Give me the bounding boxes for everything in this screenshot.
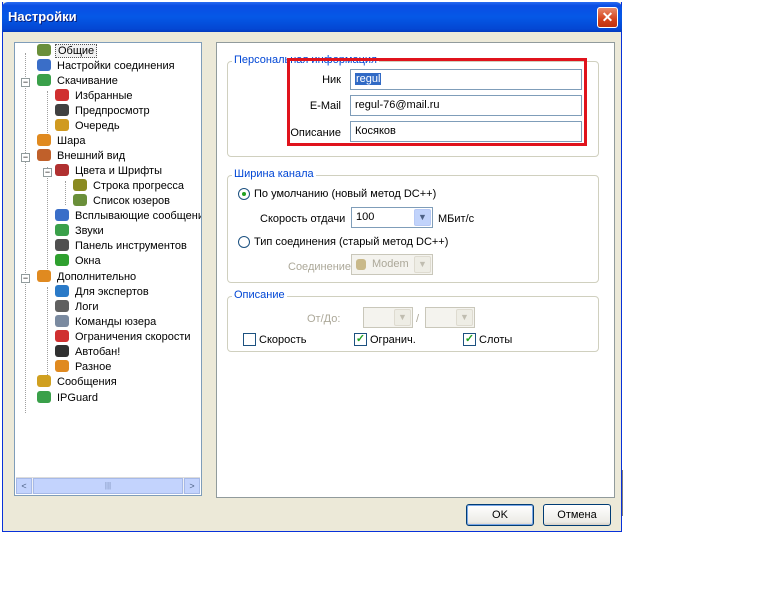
- chevron-down-icon[interactable]: ▼: [414, 256, 431, 273]
- preview-icon: [55, 104, 69, 116]
- upload-unit-label: МБит/с: [438, 213, 475, 225]
- scroll-right-button[interactable]: >: [184, 478, 200, 494]
- tree-item-windows[interactable]: Окна: [55, 254, 103, 269]
- cancel-button[interactable]: Отмена: [543, 504, 611, 526]
- tree-horizontal-scrollbar[interactable]: < ||| >: [16, 477, 200, 494]
- chevron-down-icon[interactable]: ▼: [394, 309, 411, 326]
- upload-speed-label: Скорость отдачи: [260, 213, 346, 225]
- collapse-toggle-colors[interactable]: −: [43, 168, 52, 177]
- title-bar: Настройки ✕: [2, 2, 622, 32]
- toolbar-icon: [55, 239, 69, 251]
- tree-item-preview[interactable]: Предпросмотр: [55, 104, 152, 119]
- progress-icon: [73, 179, 87, 191]
- slots-checkbox[interactable]: ✓: [463, 333, 476, 346]
- connection-label: Соединение: [288, 261, 352, 273]
- limit-checkbox-label: Огранич.: [370, 334, 416, 346]
- connection-combo[interactable]: Modem ▼: [351, 254, 433, 275]
- tree-item-user-list[interactable]: Список юзеров: [73, 194, 172, 209]
- log-icon: [55, 300, 69, 312]
- chevron-down-icon[interactable]: ▼: [456, 309, 473, 326]
- tree-item-queue[interactable]: Очередь: [55, 119, 122, 134]
- tree-line: [25, 53, 26, 413]
- fromto-slash: /: [416, 313, 420, 325]
- tree-item-progress-bar[interactable]: Строка прогресса: [73, 179, 186, 194]
- upload-speed-combo[interactable]: 100 ▼: [351, 207, 433, 228]
- tree-item-messages[interactable]: Сообщения: [37, 375, 119, 390]
- speed-limit-icon: [55, 330, 69, 342]
- tree-item-download[interactable]: Скачивание: [37, 74, 120, 89]
- tree-item-misc[interactable]: Разное: [55, 360, 113, 375]
- ipguard-icon: [37, 391, 51, 403]
- appearance-icon: [37, 149, 51, 161]
- settings-tree[interactable]: − − − − Общие Настройки соединения Скачи…: [14, 42, 202, 496]
- default-method-label: По умолчанию (новый метод DC++): [254, 188, 437, 200]
- tree-item-connection[interactable]: Настройки соединения: [37, 59, 177, 74]
- advanced-icon: [37, 270, 51, 282]
- limit-checkbox[interactable]: ✓: [354, 333, 367, 346]
- scroll-left-button[interactable]: <: [16, 478, 32, 494]
- network-icon: [37, 59, 51, 71]
- autoban-icon: [55, 345, 69, 357]
- tree-item-logs[interactable]: Логи: [55, 300, 101, 315]
- window-edge: [622, 470, 624, 516]
- tree-item-general[interactable]: Общие: [37, 44, 98, 59]
- tree-item-user-commands[interactable]: Команды юзера: [55, 315, 158, 330]
- tree-item-advanced[interactable]: Дополнительно: [37, 270, 138, 285]
- share-icon: [37, 134, 51, 146]
- tree-line: [47, 287, 48, 377]
- scroll-thumb[interactable]: |||: [33, 478, 183, 494]
- to-combo[interactable]: ▼: [425, 307, 475, 328]
- tree-item-share[interactable]: Шара: [37, 134, 87, 149]
- modem-icon: [356, 259, 366, 270]
- tree-item-toolbar[interactable]: Панель инструментов: [55, 239, 189, 254]
- collapse-toggle-download[interactable]: −: [21, 78, 30, 87]
- expert-icon: [55, 285, 69, 297]
- tree-item-colors-fonts[interactable]: Цвета и Шрифты: [55, 164, 164, 179]
- palette-icon: [55, 164, 69, 176]
- commands-icon: [55, 315, 69, 327]
- ok-button[interactable]: OK: [466, 504, 534, 526]
- speed-checkbox-label: Скорость: [259, 334, 307, 346]
- collapse-toggle-advanced[interactable]: −: [21, 274, 30, 283]
- connection-value: Modem: [372, 258, 409, 270]
- tree-item-favorites[interactable]: Избранные: [55, 89, 135, 104]
- connection-type-label: Тип соединения (старый метод DC++): [254, 236, 449, 248]
- upload-speed-value: 100: [356, 211, 375, 223]
- collapse-toggle-appearance[interactable]: −: [21, 153, 30, 162]
- bandwidth-legend: Ширина канала: [232, 168, 316, 180]
- fromto-label: От/До:: [307, 313, 341, 325]
- speed-checkbox[interactable]: [243, 333, 256, 346]
- tree-item-speed-limits[interactable]: Ограничения скорости: [55, 330, 193, 345]
- tree-item-sounds[interactable]: Звуки: [55, 224, 106, 239]
- connection-type-radio[interactable]: [238, 236, 250, 248]
- tree-item-ipguard[interactable]: IPGuard: [37, 391, 100, 406]
- windows-icon: [55, 254, 69, 266]
- sound-icon: [55, 224, 69, 236]
- description-legend: Описание: [232, 289, 287, 301]
- tree-line: [47, 91, 48, 137]
- tree-item-appearance[interactable]: Внешний вид: [37, 149, 127, 164]
- userlist-icon: [73, 194, 87, 206]
- slots-checkbox-label: Слоты: [479, 334, 513, 346]
- highlight-box: [287, 58, 587, 146]
- tree-item-autoban[interactable]: Автобан!: [55, 345, 122, 360]
- close-button[interactable]: ✕: [597, 7, 618, 28]
- download-icon: [37, 74, 51, 86]
- from-combo[interactable]: ▼: [363, 307, 413, 328]
- tree-item-experts[interactable]: Для экспертов: [55, 285, 151, 300]
- tree-line: [65, 181, 66, 205]
- users-icon: [37, 44, 51, 56]
- misc-icon: [55, 360, 69, 372]
- popup-icon: [55, 209, 69, 221]
- window-title: Настройки: [8, 9, 77, 24]
- queue-icon: [55, 119, 69, 131]
- heart-icon: [55, 89, 69, 101]
- tree-item-popups[interactable]: Всплывающие сообщения: [55, 209, 201, 224]
- default-method-radio[interactable]: [238, 188, 250, 200]
- messages-icon: [37, 375, 51, 387]
- chevron-down-icon[interactable]: ▼: [414, 209, 431, 226]
- tree-line: [47, 167, 48, 273]
